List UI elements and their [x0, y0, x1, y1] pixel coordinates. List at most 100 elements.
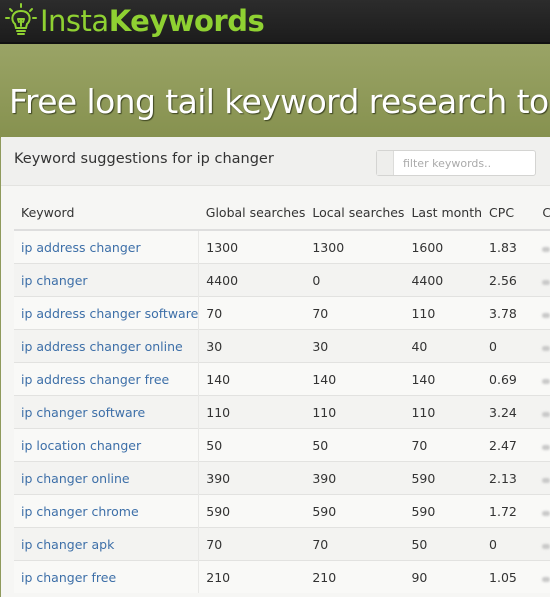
cpc-cell: 3.78 [482, 296, 536, 330]
column-header-competition[interactable]: Co [535, 196, 550, 231]
table-header-row: Keyword Global searches Local searches L… [14, 196, 550, 231]
competition-indicator [542, 312, 550, 318]
cpc-cell: 2.13 [482, 461, 536, 495]
local-searches-cell: 1300 [305, 229, 405, 264]
table-row: ip changer chrome 590 590 590 1.72 [14, 494, 550, 528]
keyword-link[interactable]: ip changer online [14, 461, 200, 495]
table-row: ip address changer free 140 140 140 0.69 [14, 362, 550, 396]
competition-indicator [542, 576, 550, 582]
global-searches-cell: 4400 [198, 263, 306, 297]
keyword-table: Keyword Global searches Local searches L… [14, 196, 550, 593]
global-searches-cell: 210 [198, 560, 306, 593]
local-searches-cell: 30 [305, 329, 405, 363]
local-searches-cell: 390 [305, 461, 405, 495]
keyword-link[interactable]: ip address changer online [14, 329, 200, 363]
competition-cell [535, 329, 550, 363]
competition-cell [535, 428, 550, 462]
keyword-link[interactable]: ip changer chrome [14, 494, 200, 528]
last-month-cell: 1600 [404, 229, 483, 264]
last-month-cell: 70 [404, 428, 483, 462]
cpc-cell: 2.47 [482, 428, 536, 462]
logo-text-bold: Keywords [108, 4, 265, 38]
top-bar: InstaKeywords [0, 0, 550, 44]
hero-title: Free long tail keyword research tool [9, 82, 550, 121]
global-searches-cell: 110 [198, 395, 306, 429]
competition-indicator [542, 477, 550, 483]
filter-addon [377, 151, 394, 175]
global-searches-cell: 140 [198, 362, 306, 396]
local-searches-cell: 110 [305, 395, 405, 429]
column-header-local-searches[interactable]: Local searches [305, 196, 405, 231]
hero-banner: Free long tail keyword research tool [0, 44, 550, 138]
last-month-cell: 590 [404, 494, 483, 528]
cpc-cell: 0.69 [482, 362, 536, 396]
competition-cell [535, 395, 550, 429]
local-searches-cell: 50 [305, 428, 405, 462]
table-row: ip changer free 210 210 90 1.05 [14, 560, 550, 593]
local-searches-cell: 590 [305, 494, 405, 528]
competition-indicator [542, 444, 550, 450]
competition-indicator [542, 279, 550, 285]
last-month-cell: 4400 [404, 263, 483, 297]
competition-indicator [542, 543, 550, 549]
competition-indicator [542, 246, 550, 252]
logo-text: InstaKeywords [40, 2, 265, 40]
last-month-cell: 140 [404, 362, 483, 396]
table-row: ip changer apk 70 70 50 0 [14, 527, 550, 561]
keyword-link[interactable]: ip changer apk [14, 527, 200, 561]
table-row: ip address changer 1300 1300 1600 1.83 [14, 229, 550, 264]
global-searches-cell: 70 [198, 527, 306, 561]
competition-cell [535, 296, 550, 330]
table-row: ip changer 4400 0 4400 2.56 [14, 263, 550, 297]
global-searches-cell: 1300 [198, 229, 306, 264]
lightbulb-icon [4, 2, 38, 40]
logo[interactable]: InstaKeywords [4, 2, 265, 40]
table-row: ip changer software 110 110 110 3.24 [14, 395, 550, 429]
cpc-cell: 0 [482, 329, 536, 363]
column-header-last-month[interactable]: Last month [404, 196, 483, 231]
cpc-cell: 0 [482, 527, 536, 561]
keyword-link[interactable]: ip changer [14, 263, 200, 297]
results-panel: Keyword suggestions for ip changer Keywo… [1, 137, 550, 597]
competition-cell [535, 229, 550, 264]
logo-text-light: Insta [40, 4, 109, 38]
competition-cell [535, 527, 550, 561]
global-searches-cell: 390 [198, 461, 306, 495]
local-searches-cell: 210 [305, 560, 405, 593]
last-month-cell: 590 [404, 461, 483, 495]
keyword-link[interactable]: ip address changer software [14, 296, 200, 330]
keyword-link[interactable]: ip changer free [14, 560, 200, 593]
column-header-cpc[interactable]: CPC [482, 196, 536, 231]
local-searches-cell: 140 [305, 362, 405, 396]
column-header-keyword[interactable]: Keyword [14, 196, 199, 231]
last-month-cell: 90 [404, 560, 483, 593]
keyword-link[interactable]: ip changer software [14, 395, 200, 429]
global-searches-cell: 50 [198, 428, 306, 462]
cpc-cell: 3.24 [482, 395, 536, 429]
local-searches-cell: 70 [305, 296, 405, 330]
cpc-cell: 2.56 [482, 263, 536, 297]
last-month-cell: 110 [404, 296, 483, 330]
table-row: ip changer online 390 390 590 2.13 [14, 461, 550, 495]
competition-cell [535, 362, 550, 396]
keyword-link[interactable]: ip address changer [14, 229, 200, 264]
cpc-cell: 1.72 [482, 494, 536, 528]
keyword-link[interactable]: ip location changer [14, 428, 200, 462]
competition-indicator [542, 378, 550, 384]
last-month-cell: 110 [404, 395, 483, 429]
global-searches-cell: 30 [198, 329, 306, 363]
table-row: ip location changer 50 50 70 2.47 [14, 428, 550, 462]
global-searches-cell: 70 [198, 296, 306, 330]
competition-indicator [542, 510, 550, 516]
panel-title: Keyword suggestions for ip changer [14, 151, 274, 167]
cpc-cell: 1.83 [482, 229, 536, 264]
filter-box[interactable] [376, 150, 536, 176]
keyword-link[interactable]: ip address changer free [14, 362, 200, 396]
filter-keywords-input[interactable] [394, 151, 535, 175]
table-row: ip address changer software 70 70 110 3.78 [14, 296, 550, 330]
competition-cell [535, 560, 550, 593]
global-searches-cell: 590 [198, 494, 306, 528]
column-header-global-searches[interactable]: Global searches [198, 196, 306, 231]
competition-indicator [542, 345, 550, 351]
competition-cell [535, 494, 550, 528]
